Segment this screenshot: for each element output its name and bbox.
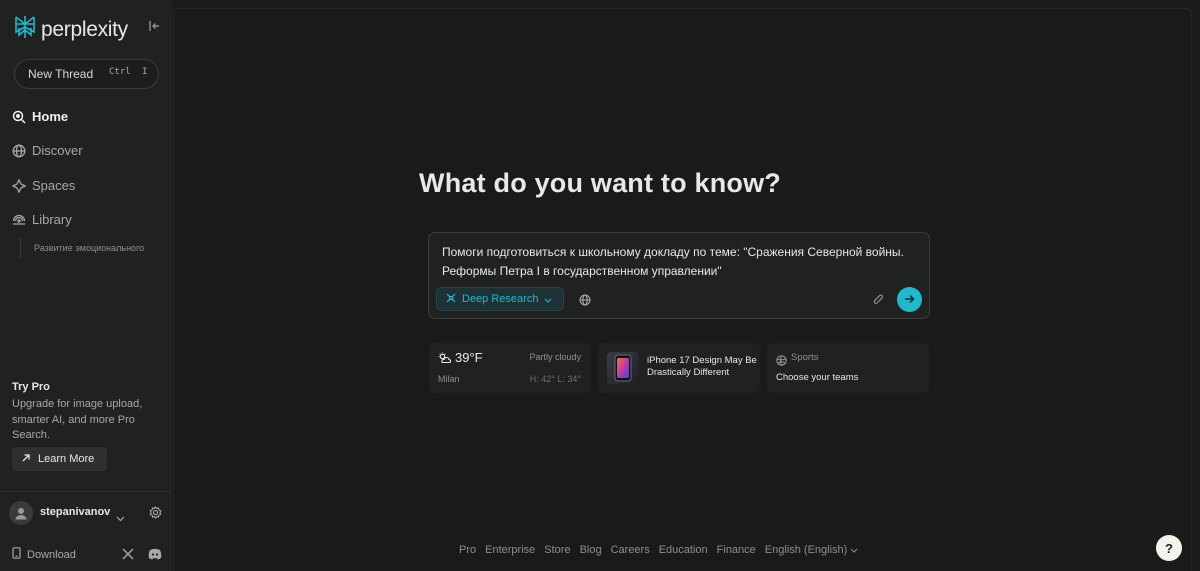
deep-research-toggle[interactable]: Deep Research bbox=[436, 287, 564, 311]
shortcut-key: I bbox=[142, 67, 148, 77]
perplexity-logo-icon bbox=[14, 15, 36, 44]
chevron-down-icon[interactable] bbox=[116, 509, 125, 527]
x-twitter-icon[interactable] bbox=[122, 547, 134, 565]
sports-card[interactable]: Sports Choose your teams bbox=[767, 343, 929, 393]
chevron-down-icon bbox=[544, 290, 552, 308]
help-button[interactable]: ? bbox=[1156, 535, 1182, 561]
sidebar: perplexity New Thread Ctrl I Home Discov… bbox=[0, 0, 172, 571]
chevron-down-icon bbox=[851, 548, 858, 553]
new-thread-label: New Thread bbox=[28, 67, 94, 81]
sports-subtitle: Choose your teams bbox=[776, 372, 859, 383]
library-thread-item[interactable]: Развитие эмоционального bbox=[20, 238, 160, 258]
learn-more-button[interactable]: Learn More bbox=[12, 447, 107, 471]
weather-city: Milan bbox=[438, 374, 460, 384]
avatar[interactable] bbox=[9, 501, 33, 525]
learn-more-label: Learn More bbox=[38, 453, 95, 465]
deep-research-label: Deep Research bbox=[462, 293, 539, 305]
library-icon bbox=[12, 213, 26, 227]
arrow-up-right-icon bbox=[21, 450, 31, 468]
sources-globe-icon[interactable] bbox=[579, 293, 591, 311]
try-pro-title: Try Pro bbox=[12, 381, 50, 393]
download-label: Download bbox=[27, 549, 76, 561]
weather-high-low: H: 42° L: 34° bbox=[529, 374, 581, 384]
submit-button[interactable] bbox=[897, 287, 922, 312]
search-icon bbox=[12, 110, 26, 124]
footer-link-store[interactable]: Store bbox=[544, 544, 570, 556]
language-label: English (English) bbox=[764, 544, 848, 556]
footer-link-blog[interactable]: Blog bbox=[580, 544, 602, 556]
download-button[interactable]: Download bbox=[12, 546, 76, 564]
sidebar-item-home[interactable]: Home bbox=[12, 109, 68, 124]
sidebar-item-discover[interactable]: Discover bbox=[12, 143, 83, 158]
globe-icon bbox=[12, 144, 26, 158]
sports-ball-icon bbox=[776, 353, 787, 371]
language-selector[interactable]: English (English) bbox=[765, 544, 859, 556]
new-thread-button[interactable]: New Thread Ctrl I bbox=[14, 59, 159, 89]
footer-link-enterprise[interactable]: Enterprise bbox=[485, 544, 535, 556]
footer-link-finance[interactable]: Finance bbox=[717, 544, 756, 556]
search-input-box[interactable]: Помоги подготовиться к школьному докладу… bbox=[428, 232, 930, 319]
news-thumbnail bbox=[607, 352, 639, 384]
weather-condition: Partly cloudy bbox=[529, 352, 581, 362]
discord-icon[interactable] bbox=[148, 547, 162, 565]
sidebar-item-library[interactable]: Library bbox=[12, 212, 72, 227]
sidebar-item-label: Discover bbox=[32, 143, 83, 158]
sidebar-divider bbox=[0, 491, 172, 492]
logo[interactable]: perplexity bbox=[14, 15, 128, 44]
search-input[interactable]: Помоги подготовиться к школьному докладу… bbox=[442, 243, 912, 281]
footer-link-careers[interactable]: Careers bbox=[611, 544, 650, 556]
footer-links: Pro Enterprise Store Blog Careers Educat… bbox=[459, 544, 858, 556]
sports-label: Sports bbox=[791, 352, 819, 363]
brand-name: perplexity bbox=[41, 17, 128, 41]
shortcut-ctrl: Ctrl bbox=[109, 67, 131, 77]
gear-icon[interactable] bbox=[149, 506, 162, 524]
paperclip-icon[interactable] bbox=[873, 293, 884, 311]
footer-link-education[interactable]: Education bbox=[659, 544, 708, 556]
page-title: What do you want to know? bbox=[419, 168, 781, 198]
partly-cloudy-icon bbox=[438, 351, 452, 369]
weather-card[interactable]: 39°F Partly cloudy Milan H: 42° L: 34° bbox=[429, 343, 591, 393]
arrow-right-icon bbox=[904, 291, 915, 309]
weather-temperature: 39°F bbox=[455, 350, 483, 365]
phone-icon bbox=[12, 546, 21, 564]
sidebar-item-label: Home bbox=[32, 109, 69, 124]
collapse-sidebar-icon[interactable] bbox=[147, 19, 163, 35]
sidebar-item-label: Library bbox=[32, 212, 72, 227]
deep-research-icon bbox=[446, 290, 456, 308]
library-thread-title: Развитие эмоционального bbox=[34, 243, 145, 253]
username[interactable]: stepanivanov bbox=[40, 506, 110, 518]
footer-link-pro[interactable]: Pro bbox=[459, 544, 476, 556]
news-title: iPhone 17 Design May Be Drastically Diff… bbox=[647, 355, 757, 378]
news-card[interactable]: iPhone 17 Design May Be Drastically Diff… bbox=[598, 343, 760, 393]
try-pro-description: Upgrade for image upload, smarter AI, an… bbox=[12, 398, 143, 441]
